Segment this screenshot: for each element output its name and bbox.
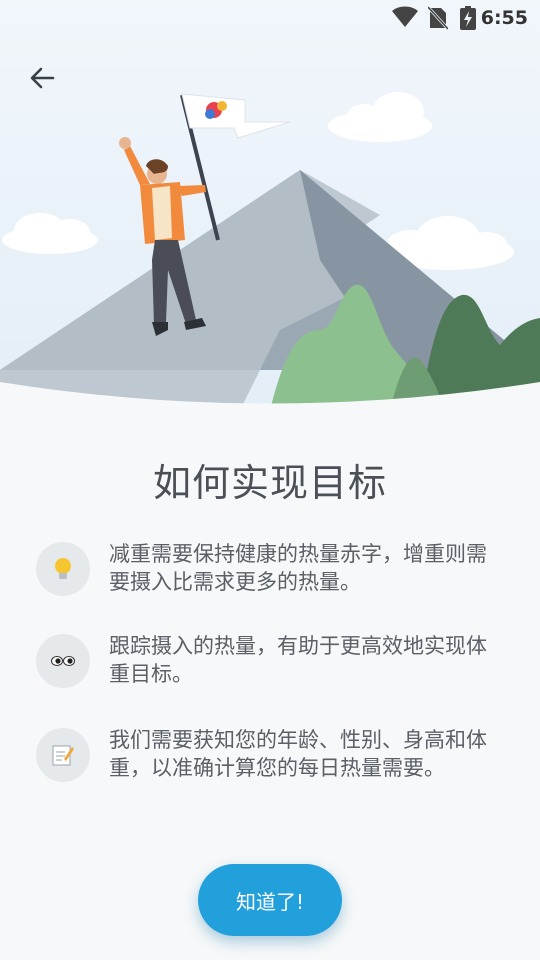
eyes-icon xyxy=(36,634,90,688)
wifi-icon xyxy=(392,6,418,32)
tip-text: 我们需要获知您的年龄、性别、身高和体重，以准确计算您的每日热量需要。 xyxy=(109,728,487,780)
tip-text: 减重需要保持健康的热量赤字，增重则需要摄入比需求更多的热量。 xyxy=(109,542,487,594)
tip-text: 跟踪摄入的热量，有助于更高效地实现体重目标。 xyxy=(109,634,487,686)
arrow-left-icon xyxy=(29,66,55,94)
page-title: 如何实现目标 xyxy=(152,461,387,505)
battery-charging-icon xyxy=(460,6,476,34)
lightbulb-icon xyxy=(36,542,90,596)
status-bar: 6:55 xyxy=(0,0,540,36)
status-time: 6:55 xyxy=(480,7,528,29)
no-sim-icon xyxy=(426,5,450,34)
hero-illustration xyxy=(0,0,540,410)
memo-icon xyxy=(36,728,90,782)
got-it-button[interactable]: 知道了! xyxy=(198,864,342,936)
back-button[interactable] xyxy=(22,60,62,100)
